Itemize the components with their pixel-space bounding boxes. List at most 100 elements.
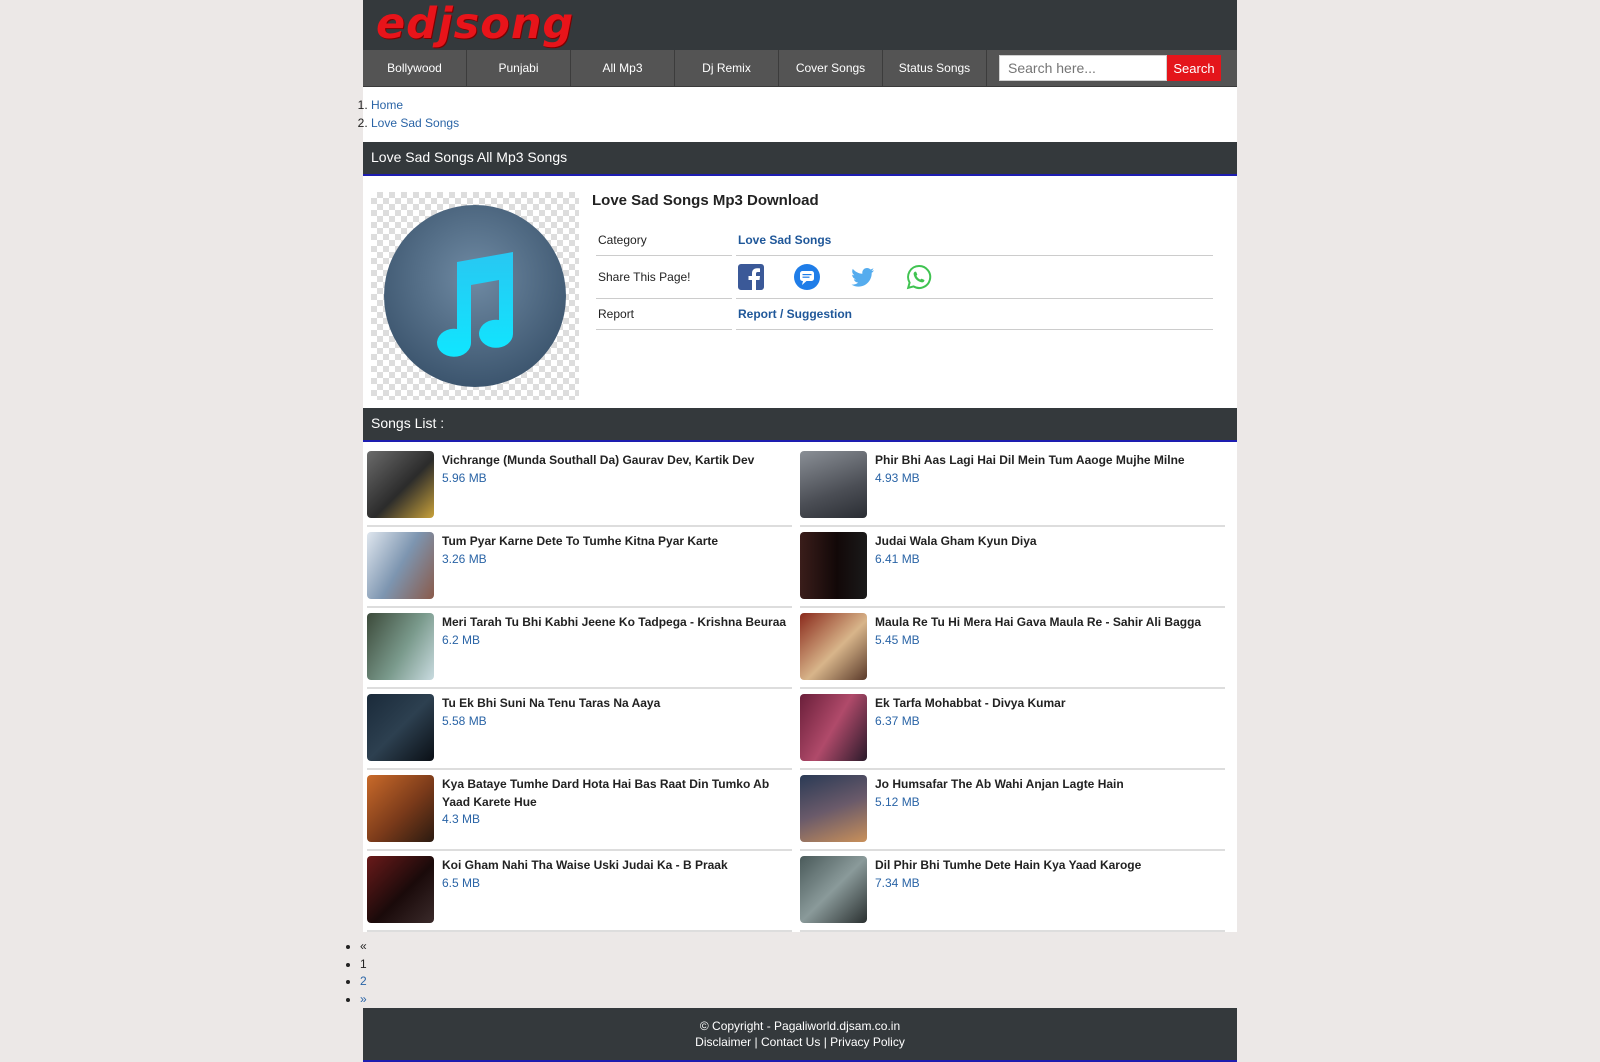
song-size: 7.34 MB <box>875 875 920 890</box>
song-title[interactable]: Phir Bhi Aas Lagi Hai Dil Mein Tum Aaoge… <box>875 452 1220 470</box>
song-thumbnail <box>367 613 434 680</box>
footer-link-contact[interactable]: Contact Us <box>761 1035 820 1049</box>
song-size: 5.96 MB <box>442 470 487 485</box>
song-thumbnail <box>800 532 867 599</box>
breadcrumb-category-link[interactable]: Love Sad Songs <box>371 116 459 130</box>
song-size: 6.37 MB <box>875 713 920 728</box>
song-item[interactable]: Dil Phir Bhi Tumhe Dete Hain Kya Yaad Ka… <box>800 851 1225 932</box>
category-value-cell: Love Sad Songs <box>736 225 1213 256</box>
song-item[interactable]: Tu Ek Bhi Suni Na Tenu Taras Na Aaya 5.5… <box>367 689 792 770</box>
share-icons <box>738 264 1211 290</box>
song-text: Ek Tarfa Mohabbat - Divya Kumar 6.37 MB <box>875 695 1220 768</box>
pagination-item: 2 <box>360 973 1234 991</box>
song-item[interactable]: Kya Bataye Tumhe Dard Hota Hai Bas Raat … <box>367 770 792 851</box>
song-thumbnail <box>800 694 867 761</box>
song-thumbnail <box>367 694 434 761</box>
song-title[interactable]: Vichrange (Munda Southall Da) Gaurav Dev… <box>442 452 787 470</box>
breadcrumb-item: Home <box>371 97 1237 115</box>
album-title: Love Sad Songs Mp3 Download <box>592 192 819 209</box>
share-icons-cell <box>736 256 1213 299</box>
song-thumbnail <box>800 856 867 923</box>
song-item[interactable]: Judai Wala Gham Kyun Diya 6.41 MB <box>800 527 1225 608</box>
song-item[interactable]: Ek Tarfa Mohabbat - Divya Kumar 6.37 MB <box>800 689 1225 770</box>
song-title[interactable]: Dil Phir Bhi Tumhe Dete Hain Kya Yaad Ka… <box>875 857 1220 875</box>
pagination-item: 1 <box>360 956 1234 974</box>
song-item[interactable]: Tum Pyar Karne Dete To Tumhe Kitna Pyar … <box>367 527 792 608</box>
song-thumbnail <box>367 775 434 842</box>
info-row-share: Share This Page! <box>596 256 1213 299</box>
song-text: Maula Re Tu Hi Mera Hai Gava Maula Re - … <box>875 614 1220 687</box>
footer-separator: | <box>823 1035 827 1049</box>
song-item[interactable]: Vichrange (Munda Southall Da) Gaurav Dev… <box>367 446 792 527</box>
song-text: Tum Pyar Karne Dete To Tumhe Kitna Pyar … <box>442 533 787 606</box>
song-title[interactable]: Meri Tarah Tu Bhi Kabhi Jeene Ko Tadpega… <box>442 614 787 632</box>
footer-links: Disclaimer | Contact Us | Privacy Policy <box>363 1034 1237 1050</box>
info-row-category: Category Love Sad Songs <box>596 225 1213 256</box>
pagination-current-page: 1 <box>360 956 367 971</box>
song-title[interactable]: Judai Wala Gham Kyun Diya <box>875 533 1220 551</box>
breadcrumb: Home Love Sad Songs <box>363 87 1237 142</box>
song-title[interactable]: Maula Re Tu Hi Mera Hai Gava Maula Re - … <box>875 614 1220 632</box>
album-info-table: Category Love Sad Songs Share This Page! <box>592 225 1217 330</box>
album-details: Love Sad Songs Mp3 Download Category Lov… <box>363 176 1237 408</box>
whatsapp-icon[interactable] <box>906 264 932 290</box>
report-label: Report <box>596 299 732 330</box>
info-row-report: Report Report / Suggestion <box>596 299 1213 330</box>
pagination-prev[interactable]: « <box>360 939 367 953</box>
category-label: Category <box>596 225 732 256</box>
song-item[interactable]: Phir Bhi Aas Lagi Hai Dil Mein Tum Aaoge… <box>800 446 1225 527</box>
site-header: edjsong <box>363 0 1237 50</box>
song-title[interactable]: Kya Bataye Tumhe Dard Hota Hai Bas Raat … <box>442 776 787 811</box>
share-label: Share This Page! <box>596 256 732 299</box>
footer-link-privacy[interactable]: Privacy Policy <box>830 1035 905 1049</box>
song-size: 4.93 MB <box>875 470 920 485</box>
song-item[interactable]: Koi Gham Nahi Tha Waise Uski Judai Ka - … <box>367 851 792 932</box>
song-size: 5.58 MB <box>442 713 487 728</box>
facebook-icon[interactable] <box>738 264 764 290</box>
site-footer: © Copyright - Pagaliworld.djsam.co.in Di… <box>363 1008 1237 1062</box>
song-title[interactable]: Jo Humsafar The Ab Wahi Anjan Lagte Hain <box>875 776 1220 794</box>
song-item[interactable]: Maula Re Tu Hi Mera Hai Gava Maula Re - … <box>800 608 1225 689</box>
song-title[interactable]: Ek Tarfa Mohabbat - Divya Kumar <box>875 695 1220 713</box>
song-title[interactable]: Tum Pyar Karne Dete To Tumhe Kitna Pyar … <box>442 533 787 551</box>
nav-item-punjabi[interactable]: Punjabi <box>467 50 571 86</box>
song-text: Dil Phir Bhi Tumhe Dete Hain Kya Yaad Ka… <box>875 857 1220 930</box>
sms-icon[interactable] <box>794 264 820 290</box>
song-item[interactable]: Jo Humsafar The Ab Wahi Anjan Lagte Hain… <box>800 770 1225 851</box>
song-thumbnail <box>800 775 867 842</box>
song-size: 4.3 MB <box>442 812 481 826</box>
song-title[interactable]: Tu Ek Bhi Suni Na Tenu Taras Na Aaya <box>442 695 787 713</box>
site-logo[interactable]: edjsong <box>376 0 574 49</box>
album-info: Love Sad Songs Mp3 Download Category Lov… <box>592 192 1229 400</box>
search-button[interactable]: Search <box>1167 55 1221 81</box>
song-size: 6.2 MB <box>442 632 481 647</box>
footer-link-disclaimer[interactable]: Disclaimer <box>695 1035 751 1049</box>
song-thumbnail <box>800 451 867 518</box>
category-link[interactable]: Love Sad Songs <box>738 233 831 247</box>
pagination-next[interactable]: » <box>360 992 367 1006</box>
footer-separator: | <box>754 1035 758 1049</box>
nav-item-all-mp3[interactable]: All Mp3 <box>571 50 675 86</box>
songs-list: Vichrange (Munda Southall Da) Gaurav Dev… <box>363 442 1237 932</box>
breadcrumb-home-link[interactable]: Home <box>371 98 403 112</box>
song-size: 6.5 MB <box>442 875 481 890</box>
nav-item-status-songs[interactable]: Status Songs <box>883 50 987 86</box>
main-nav: Bollywood Punjabi All Mp3 Dj Remix Cover… <box>363 50 1237 87</box>
song-size: 3.26 MB <box>442 551 487 566</box>
twitter-icon[interactable] <box>850 264 876 290</box>
report-value-cell: Report / Suggestion <box>736 299 1213 330</box>
song-title[interactable]: Koi Gham Nahi Tha Waise Uski Judai Ka - … <box>442 857 787 875</box>
song-size: 6.41 MB <box>875 551 920 566</box>
search-input[interactable] <box>999 55 1167 81</box>
page: edjsong Bollywood Punjabi All Mp3 Dj Rem… <box>360 0 1237 1062</box>
nav-item-bollywood[interactable]: Bollywood <box>363 50 467 86</box>
report-link[interactable]: Report / Suggestion <box>738 307 852 321</box>
music-note-icon <box>384 205 566 387</box>
song-text: Tu Ek Bhi Suni Na Tenu Taras Na Aaya 5.5… <box>442 695 787 768</box>
pagination-page-link[interactable]: 2 <box>360 974 367 988</box>
main-content: Home Love Sad Songs Love Sad Songs All M… <box>363 87 1237 932</box>
nav-item-dj-remix[interactable]: Dj Remix <box>675 50 779 86</box>
song-item[interactable]: Meri Tarah Tu Bhi Kabhi Jeene Ko Tadpega… <box>367 608 792 689</box>
song-text: Kya Bataye Tumhe Dard Hota Hai Bas Raat … <box>442 776 787 849</box>
nav-item-cover-songs[interactable]: Cover Songs <box>779 50 883 86</box>
